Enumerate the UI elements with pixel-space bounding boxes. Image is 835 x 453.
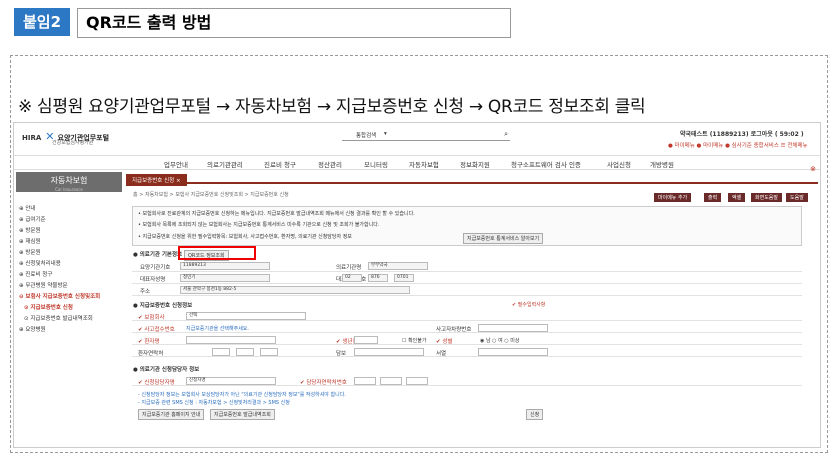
birth-input[interactable] xyxy=(354,336,378,344)
label-patient: ✔ 환자명 xyxy=(138,339,160,345)
add-mymenu-button[interactable]: 마이메뉴 추가 xyxy=(654,193,692,202)
nav-item[interactable]: 청구소프트웨어 검사 인증 xyxy=(511,159,581,169)
label-insurer: ✔ 보험회사 xyxy=(138,315,165,321)
sex-radio-group[interactable]: ◉ 남 ○ 여 ○ 미상 xyxy=(480,337,519,344)
sidebar-item[interactable]: ⊕ 요양병원 xyxy=(16,323,122,334)
screen-help-button[interactable]: 화면도움말 xyxy=(751,193,783,202)
nav-item[interactable]: 진료비 청구 xyxy=(264,159,296,169)
submit-button[interactable]: 신청 xyxy=(526,409,544,420)
tab-guarantee-apply[interactable]: 지급보증번호 신청 × xyxy=(126,174,187,186)
sidebar-item[interactable]: ⊕ 방문원 xyxy=(16,224,122,235)
note-line: - 신청담당자 정보는 보험회사 보상담당자가 아닌 "의료기관 신청담당자 정… xyxy=(138,392,346,398)
section-application: ● 지급보증번호 신청정보 xyxy=(133,303,193,309)
section-institution: ● 의료기관 기본정보 xyxy=(133,252,183,258)
sidebar-item[interactable]: ⊕ 진료비 청구 xyxy=(16,268,122,279)
sidebar-item[interactable]: ⊕ 신청및처리내용 xyxy=(16,257,122,268)
sidebar-title: 자동차보험 Car Insurance xyxy=(16,172,122,192)
label: 의료기관명 xyxy=(336,265,362,271)
page-title: QR코드 출력 방법 xyxy=(77,8,511,38)
manager-name-input[interactable]: 신청자명 xyxy=(186,377,276,385)
label-relation: 담보 xyxy=(336,351,347,357)
note-line: - 지급보증 관련 SMS 신청 : 자동차보험 > 신청및처리결과 > SMS… xyxy=(138,400,290,406)
excel-button[interactable]: 엑셀 xyxy=(728,193,746,202)
form-row xyxy=(132,347,802,357)
global-search-input[interactable]: 통합검색 ▾ ⌕ xyxy=(342,130,510,141)
breadcrumb: 홈 > 자동차보험 > 보험사 지급보증번호 신청및조회 > 지급보증번호 신청 xyxy=(133,192,289,198)
help-button[interactable]: 도움말 xyxy=(786,193,808,202)
main-nav: 업무안내 의료기관관리 진료비 청구 정산관리 모니터링 자동차보험 정보화지원… xyxy=(14,155,820,170)
guarantee-history-button[interactable]: 지급보증번호 발급내역조회 xyxy=(210,409,275,420)
instruction-text: ※ 심평원 요양기관업무포털 → 자동차보험 → 지급보증번호 신청 → QR코… xyxy=(18,97,646,117)
nav-item[interactable]: 자동차보험 xyxy=(409,159,439,169)
sidebar-item[interactable]: ⊕ 재심원 xyxy=(16,235,122,246)
stats-service-button[interactable]: 지급보증번호 통계서비스 알아보기 xyxy=(463,233,544,244)
phone-3[interactable] xyxy=(260,348,278,356)
info-line: • 지급보증번호 신청을 위한 필수입력항목: 보험회사, 사고접수번호, 환자… xyxy=(138,234,352,240)
nav-item[interactable]: 모니터링 xyxy=(364,159,388,169)
insurer-select[interactable]: 선택 xyxy=(186,312,306,320)
sidebar-item[interactable]: ⊕ 방문원 xyxy=(16,246,122,257)
relation-select[interactable] xyxy=(354,348,424,356)
portal-screenshot: HIRA ✕ 요양기관업무포털 건강보험심사평가원 통합검색 ▾ ⌕ 약국테스트 (… xyxy=(13,122,821,448)
appendix-badge: 붙임2 xyxy=(14,8,70,36)
rep-tel-2: 876 xyxy=(368,274,388,282)
sidebar-item-guarantee-history[interactable]: ⊙ 지급보증번호 발급내역조회 xyxy=(16,312,122,323)
label: 대표자성명 xyxy=(140,277,166,283)
patient-name-input[interactable] xyxy=(186,336,276,344)
label-vehicle: 사고자차량번호 xyxy=(436,327,472,333)
label: 요양기관기호 xyxy=(140,265,171,271)
inst-name-field: 부부약국 xyxy=(368,262,428,270)
info-line: • 보험회사로 진료관계의 지급보증번호 신청하는 메뉴입니다. 지급보증번호 … xyxy=(138,211,415,217)
sidebar-item[interactable]: ⊕ 안내 xyxy=(16,202,122,213)
info-box: • 보험회사로 진료관계의 지급보증번호 신청하는 메뉴입니다. 지급보증번호 … xyxy=(132,206,802,246)
info-line: • 보험회사 목록에 조회되지 않는 보험회사는 지급보증번호 통계서비스 미수… xyxy=(138,222,380,228)
search-select[interactable]: 통합검색 xyxy=(356,131,376,139)
accident-no-hint: 지급보증기관을 선택해주세요. xyxy=(186,326,249,332)
id-unknown-checkbox[interactable]: ☐ 확인불가 xyxy=(402,337,426,344)
label-order: 서열 xyxy=(436,351,447,357)
nav-item[interactable]: 정산관리 xyxy=(318,159,342,169)
manager-tel-3[interactable] xyxy=(406,377,428,385)
section-manager: ● 의료기관 신청담당자 정보 xyxy=(133,367,200,373)
nav-item[interactable]: 업무안내 xyxy=(164,159,188,169)
rep-name-field: 정민기 xyxy=(180,274,270,282)
order-input[interactable] xyxy=(478,348,548,356)
highlight-box xyxy=(178,246,256,260)
label: 주소 xyxy=(140,289,151,295)
label-phone: 환자연락처 xyxy=(138,351,164,357)
logo-subtitle: 건강보험심사평가원 xyxy=(52,140,94,146)
nav-item[interactable]: 의료기관관리 xyxy=(207,159,243,169)
tab-bar: 지급보증번호 신청 × ⊗ xyxy=(126,165,818,186)
phone-2[interactable] xyxy=(236,348,254,356)
vehicle-no-input[interactable] xyxy=(478,324,548,332)
phone-1[interactable] xyxy=(212,348,230,356)
tab-menu-icon[interactable]: ⊗ xyxy=(810,165,816,173)
label-accident-no: ✔ 사고접수번호 xyxy=(138,327,175,333)
rep-tel-3: 0701 xyxy=(394,274,414,282)
label-sex: ✔ 성별 xyxy=(436,339,453,345)
manager-tel-1[interactable] xyxy=(354,377,376,385)
rep-tel-1: 02 xyxy=(342,274,362,282)
user-info: 약국테스트 (11889213) 로그아웃 ( 59:02 ) xyxy=(680,131,804,138)
label-manager-tel: ✔ 담당자연락처번호 xyxy=(300,380,347,386)
required-legend: ✔ 필수입력사항 xyxy=(512,302,546,308)
search-select-caret-icon: ▾ xyxy=(384,131,387,137)
sidebar-item[interactable]: ⊕ 무관병원 약물방문 xyxy=(16,279,122,290)
nav-item[interactable]: 사업신청 xyxy=(607,159,631,169)
guarantee-org-homepage-button[interactable]: 지급보증기관 홈페이지 안내 xyxy=(138,409,205,420)
sidebar: 자동차보험 Car Insurance ⊕ 안내 ⊕ 급여기준 ⊕ 방문원 ⊕ 재… xyxy=(16,172,122,447)
search-icon[interactable]: ⌕ xyxy=(504,130,508,139)
nav-item[interactable]: 정보화지원 xyxy=(460,159,490,169)
label-manager-name: ✔ 신청담당자명 xyxy=(138,380,175,386)
sidebar-item-guarantee[interactable]: ⊖ 보험사 지급보증번호 신청및조회 xyxy=(16,290,122,301)
address-field: 서울 관악구 봉천1동 882-5 xyxy=(180,286,410,294)
sidebar-item-guarantee-apply[interactable]: ⊙ 지급보증번호 신청 xyxy=(16,301,122,312)
nav-item[interactable]: 개방병원 xyxy=(650,159,674,169)
top-links[interactable]: ● 마이메뉴 ● 마이메뉴 ● 심사기준 종합서비스 ☰ 전체메뉴 xyxy=(668,141,808,149)
inst-code-field: 11889213 xyxy=(180,262,270,270)
sidebar-item[interactable]: ⊕ 급여기준 xyxy=(16,213,122,224)
print-button[interactable]: 출력 xyxy=(704,193,722,202)
manager-tel-2[interactable] xyxy=(380,377,402,385)
